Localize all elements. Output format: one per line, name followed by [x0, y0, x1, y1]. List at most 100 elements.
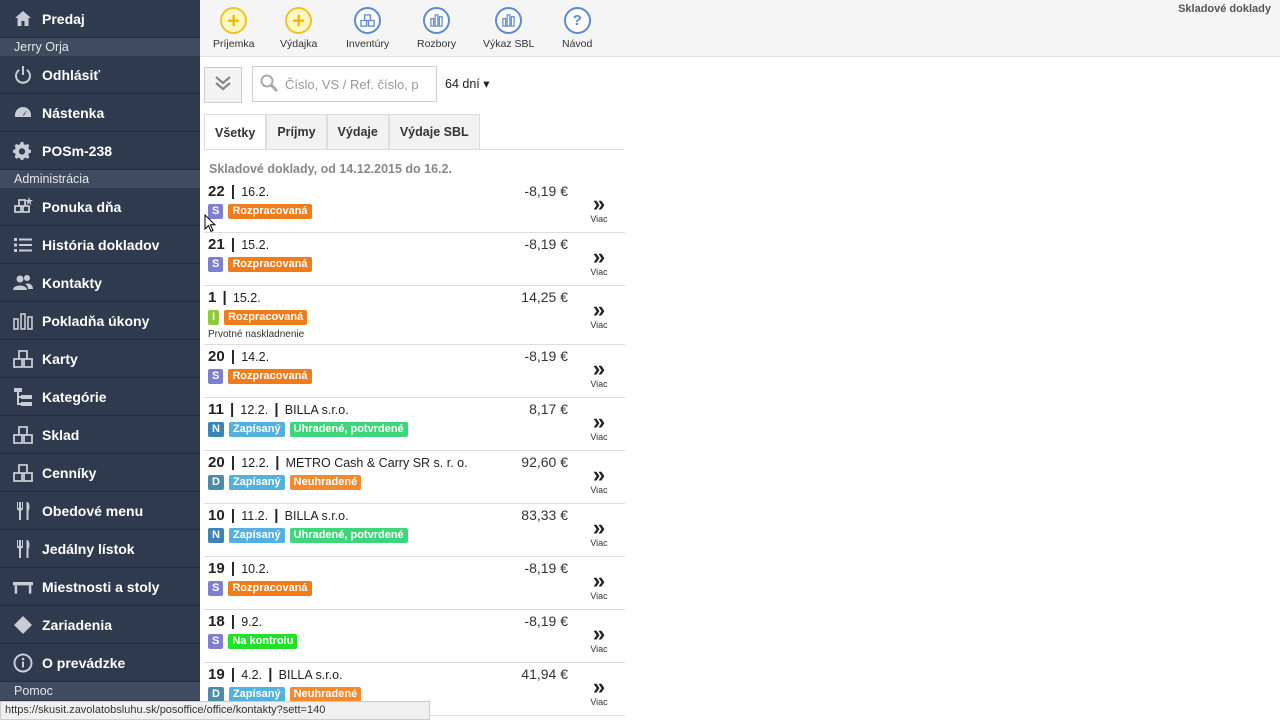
double-chevron-right-icon: » [592, 191, 606, 216]
vykaz-sbl-button[interactable]: Výkaz SBL [483, 7, 534, 50]
sidebar-item-label: Obedové menu [42, 502, 144, 519]
search-icon [253, 73, 285, 95]
sidebar-item-pokladna-ukony[interactable]: Pokladňa úkony [0, 302, 200, 340]
separator: | [226, 507, 240, 524]
plus-circle-icon [220, 7, 248, 34]
tabs: Všetky Príjmy Výdaje Výdaje SBL [204, 114, 480, 150]
more-button[interactable]: » Viac [587, 246, 611, 278]
record-badges: S Na kontrolu [208, 634, 302, 649]
more-button[interactable]: » Viac [587, 568, 611, 602]
home-icon [12, 8, 34, 30]
record-title: 1 | 15.2. [208, 289, 261, 306]
sidebar-item-kontakty[interactable]: Kontakty [0, 264, 200, 302]
sidebar-item-o-prevadzke[interactable]: O prevádzke [0, 644, 200, 682]
table-icon [12, 576, 34, 598]
sidebar-item-ponuka-dna[interactable]: Ponuka dňa [0, 188, 200, 226]
question-icon: ? [563, 7, 591, 34]
sidebar-item-sklad[interactable]: Sklad [0, 416, 200, 454]
type-badge: N [208, 422, 224, 437]
search-field[interactable] [252, 66, 437, 102]
table-row[interactable]: 21 | 15.2. S Rozpracovaná -8,19 € » Viac [204, 233, 625, 286]
boxes-icon [354, 7, 382, 34]
more-button[interactable]: » Viac [587, 676, 611, 708]
vydajka-button[interactable]: Výdajka [280, 7, 317, 50]
search-input[interactable] [285, 76, 430, 92]
table-row[interactable]: 22 | 16.2. S Rozpracovaná -8,19 € » Viac [204, 180, 625, 233]
double-chevron-right-icon: » [592, 568, 606, 593]
tool-label: Inventúry [346, 38, 390, 50]
offer-icon [12, 196, 34, 218]
table-row[interactable]: 1 | 15.2. I Rozpracovaná Prvotné naskladnen… [204, 286, 625, 345]
chart-icon [495, 7, 523, 34]
sidebar-item-nastenka[interactable]: Nástenka [0, 94, 200, 132]
record-date: 16.2. [241, 185, 270, 199]
rozbory-button[interactable]: Rozbory [417, 7, 456, 50]
more-button[interactable]: » Viac [587, 358, 611, 390]
separator: | [218, 289, 231, 306]
separator: | [226, 183, 240, 200]
page-title: Skladové doklady [1178, 3, 1271, 15]
record-date: 11.2. [241, 509, 269, 523]
double-chevron-right-icon: » [592, 515, 606, 540]
sidebar: Predaj Jerry Orja Odhlásiť Nástenka POSm… [0, 0, 200, 720]
sidebar-item-label: POSm-238 [42, 142, 113, 159]
inventury-button[interactable]: Inventúry [346, 7, 389, 50]
more-button[interactable]: » Viac [587, 191, 611, 225]
table-row[interactable]: 10 | 11.2. | BILLA s.r.o. N Zapísaný Uhrade… [204, 504, 625, 557]
tab-vydaje-sbl[interactable]: Výdaje SBL [388, 114, 480, 149]
more-button[interactable]: » Viac [587, 299, 611, 331]
cutlery-icon [12, 500, 34, 522]
collapse-filters-button[interactable] [204, 67, 242, 103]
mouse-cursor-icon [204, 214, 216, 233]
days-range-select[interactable]: 64 dní ▾ [445, 76, 490, 91]
tool-label: Rozbory [417, 38, 457, 50]
sidebar-item-karty[interactable]: Karty [0, 340, 200, 378]
type-badge: S [208, 581, 224, 596]
tab-prijmy[interactable]: Príjmy [266, 114, 327, 149]
status-badge: Uhradené, potvrdené [289, 528, 408, 543]
tab-vsetky[interactable]: Všetky [204, 114, 267, 150]
sidebar-item-obedove-menu[interactable]: Obedové menu [0, 492, 200, 530]
type-badge: I [208, 310, 220, 325]
sidebar-item-cenniky[interactable]: Cenníky [0, 454, 200, 492]
more-button[interactable]: » Viac [587, 464, 611, 496]
record-date: 15.2. [241, 238, 270, 252]
record-title: 10 | 11.2. | BILLA s.r.o. [208, 507, 349, 524]
table-row[interactable]: 11 | 12.2. | BILLA s.r.o. N Zapísaný Uhrade… [204, 398, 625, 451]
sidebar-item-predaj[interactable]: Predaj [0, 0, 200, 38]
type-badge: N [208, 528, 224, 543]
tab-vydaje[interactable]: Výdaje [326, 114, 389, 149]
prijemka-button[interactable]: Príjemka [213, 7, 254, 50]
logout-button[interactable]: Odhlásiť [0, 56, 200, 94]
sidebar-item-jedalny-listok[interactable]: Jedálny lístok [0, 530, 200, 568]
sidebar-item-label: Kontakty [42, 274, 102, 291]
double-chevron-right-icon: » [592, 621, 606, 646]
table-row[interactable]: 18 | 9.2. S Na kontrolu -8,19 € » Viac [204, 610, 625, 663]
sidebar-item-label: Sklad [42, 426, 80, 443]
sidebar-item-pos[interactable]: POSm-238 [0, 132, 200, 170]
more-button[interactable]: » Viac [587, 411, 611, 443]
status-bar-url: https://skusit.zavolatobsluhu.sk/posoffi… [0, 701, 430, 720]
record-badges: S Rozpracovaná [208, 257, 317, 272]
more-label: Viac [590, 267, 608, 277]
sidebar-item-miestnosti-a-stoly[interactable]: Miestnosti a stoly [0, 568, 200, 606]
more-label: Viac [590, 644, 608, 654]
table-row[interactable]: 20 | 12.2. | METRO Cash & Carry SR s. r.… [204, 451, 625, 504]
sidebar-item-historia-dokladov[interactable]: História dokladov [0, 226, 200, 264]
users-icon [12, 272, 34, 294]
status-badge: Rozpracovaná [228, 257, 312, 272]
record-title: 22 | 16.2. [208, 183, 269, 200]
table-row[interactable]: 20 | 14.2. S Rozpracovaná -8,19 € » Viac [204, 345, 625, 398]
status-badge: Zapísaný [228, 422, 285, 437]
more-button[interactable]: » Viac [587, 515, 611, 549]
sidebar-item-kategorie[interactable]: Kategórie [0, 378, 200, 416]
record-number: 19 [208, 666, 225, 683]
status-badge: Uhradené, potvrdené [289, 422, 408, 437]
record-badges: D Zapísaný Neuhradené [208, 475, 366, 490]
sidebar-item-zariadenia[interactable]: Zariadenia [0, 606, 200, 644]
table-row[interactable]: 19 | 10.2. S Rozpracovaná -8,19 € » Viac [204, 557, 625, 610]
navod-button[interactable]: ? Návod [562, 7, 592, 50]
records-list: 22 | 16.2. S Rozpracovaná -8,19 €» Viac 21 | … [204, 180, 625, 716]
record-title: 19 | 4.2. | BILLA s.r.o. [208, 666, 343, 683]
more-button[interactable]: » Viac [587, 621, 611, 655]
